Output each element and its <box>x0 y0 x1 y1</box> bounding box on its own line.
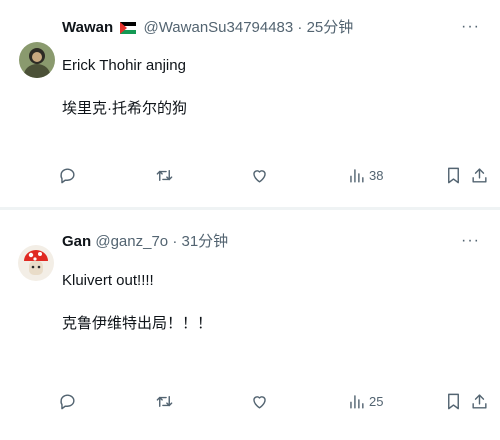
views-count: 38 <box>369 167 384 183</box>
tweet-text-line: 埃里克·托希尔的狗 <box>62 100 187 117</box>
like-icon <box>253 395 266 409</box>
more-options-button[interactable]: ··· <box>461 18 480 36</box>
timestamp[interactable]: 31分钟 <box>181 233 228 250</box>
handle[interactable]: @WawanSu34794483 <box>143 19 293 36</box>
separator-dot: · <box>297 19 303 36</box>
tweet-header: Wawan @WawanSu34794483 · 25分钟 <box>62 18 353 40</box>
retweet-icon <box>156 395 173 407</box>
like-icon <box>253 169 266 183</box>
share-button[interactable] <box>470 386 489 416</box>
tweet[interactable]: Gan @ganz_7o · 31分钟 ··· Kluivert out!!!!… <box>0 210 500 440</box>
display-name[interactable]: Wawan <box>62 19 113 36</box>
action-bar: 38 <box>0 160 500 190</box>
views-icon <box>350 168 364 183</box>
avatar[interactable] <box>19 42 55 78</box>
reply-button[interactable] <box>58 160 77 190</box>
share-icon <box>472 167 487 183</box>
bookmark-button[interactable] <box>444 160 463 190</box>
tweet-text-line: Erick Thohir anjing <box>62 57 186 74</box>
retweet-icon <box>156 169 173 181</box>
views-count: 25 <box>369 393 384 409</box>
retweet-button[interactable] <box>155 386 174 416</box>
palestine-flag-icon <box>120 20 137 40</box>
action-bar: 25 <box>0 386 500 416</box>
views-button[interactable]: 38 <box>347 160 383 190</box>
display-name[interactable]: Gan <box>62 233 91 250</box>
bookmark-icon <box>448 167 459 183</box>
share-icon <box>472 393 487 409</box>
like-button[interactable] <box>250 386 269 416</box>
share-button[interactable] <box>470 160 489 190</box>
tweet[interactable]: Wawan @WawanSu34794483 · 25分钟 ··· Erick … <box>0 0 500 207</box>
tweet-header: Gan @ganz_7o · 31分钟 <box>62 232 228 252</box>
avatar[interactable] <box>18 245 54 281</box>
tweet-text-line: Kluivert out!!!! <box>62 272 154 289</box>
more-options-button[interactable]: ··· <box>461 232 480 250</box>
views-icon <box>350 394 364 409</box>
timestamp[interactable]: 25分钟 <box>307 19 354 36</box>
reply-icon <box>60 393 75 409</box>
tweet-text-line: 克鲁伊维特出局！！！ <box>62 315 213 332</box>
reply-icon <box>60 167 75 183</box>
handle[interactable]: @ganz_7o <box>95 233 168 250</box>
retweet-button[interactable] <box>155 160 174 190</box>
bookmark-button[interactable] <box>444 386 463 416</box>
bookmark-icon <box>448 393 459 409</box>
reply-button[interactable] <box>58 386 77 416</box>
views-button[interactable]: 25 <box>347 386 383 416</box>
like-button[interactable] <box>250 160 269 190</box>
separator-dot: · <box>172 233 178 250</box>
